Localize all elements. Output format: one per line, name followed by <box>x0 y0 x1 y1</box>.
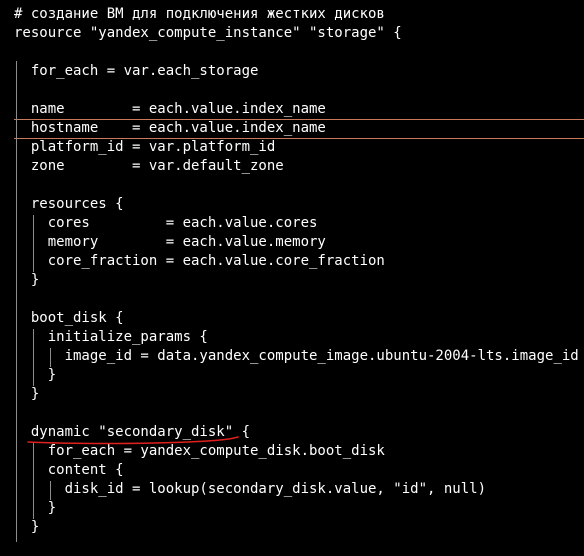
code-editor[interactable]: # создание ВМ для подключения жестких ди… <box>0 0 584 556</box>
annotation-underline <box>27 436 239 445</box>
